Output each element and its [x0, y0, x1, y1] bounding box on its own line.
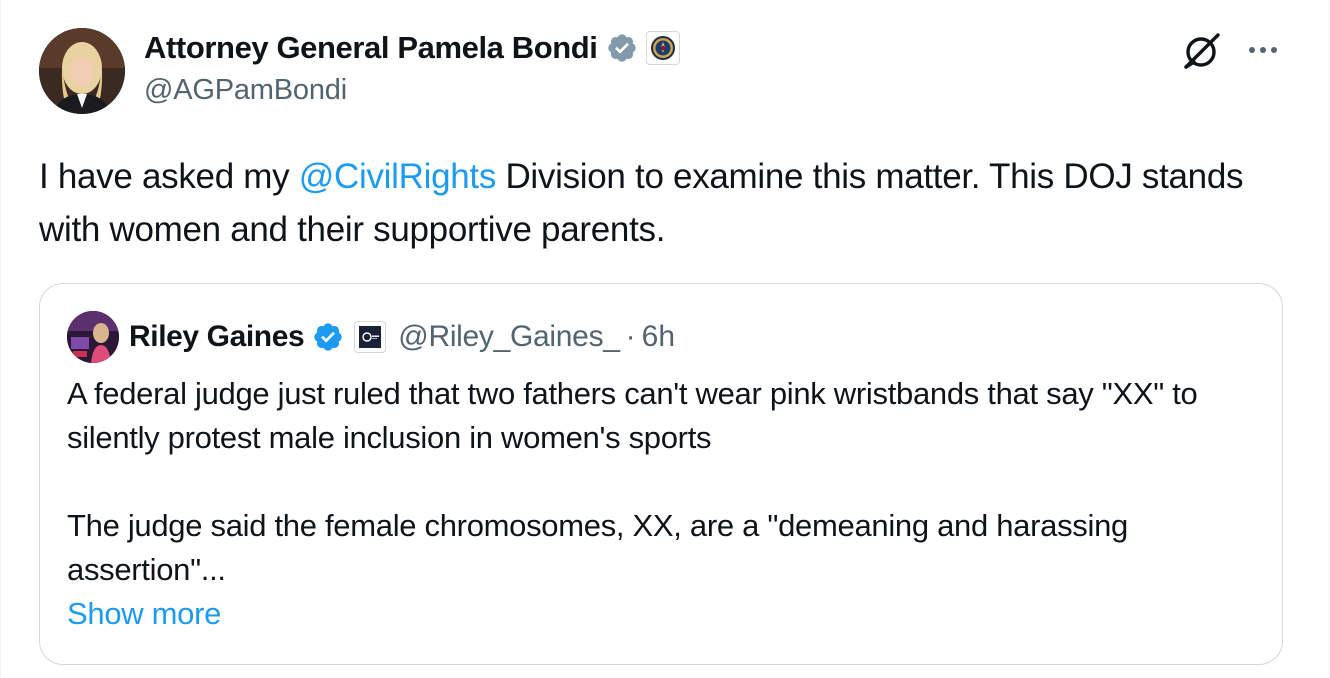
separator-dot: ·	[625, 320, 636, 353]
quoted-author-avatar[interactable]	[67, 311, 119, 363]
tweet-text: I have asked my @CivilRights Division to…	[39, 150, 1289, 256]
verified-gray-badge-icon[interactable]	[606, 32, 638, 64]
show-more-link[interactable]: Show more	[67, 592, 1257, 636]
quoted-tweet-body: A federal judge just ruled that two fath…	[67, 372, 1257, 636]
author-avatar[interactable]	[39, 28, 125, 114]
author-display-name[interactable]: Attorney General Pamela Bondi	[144, 30, 598, 66]
tweet-card: Attorney General Pamela Bondi @AGPamBond…	[0, 0, 1330, 678]
author-block: Attorney General Pamela Bondi @AGPamBond…	[144, 28, 680, 107]
quoted-author-display-name[interactable]: Riley Gaines	[129, 320, 305, 354]
quoted-tweet-header: Riley Gaines @Riley_Gaines_ · 6h	[67, 311, 675, 363]
doj-seal-icon[interactable]	[645, 31, 680, 65]
affiliate-logo-icon[interactable]	[354, 321, 387, 353]
mention-link[interactable]: @CivilRights	[299, 157, 497, 196]
tweet-text-before: I have asked my	[39, 157, 299, 196]
grok-icon[interactable]	[1181, 30, 1223, 72]
author-name-row: Attorney General Pamela Bondi	[144, 28, 680, 68]
quoted-paragraph-1: A federal judge just ruled that two fath…	[67, 376, 1198, 455]
author-handle[interactable]: @AGPamBondi	[144, 74, 680, 107]
quoted-paragraph-2: The judge said the female chromosomes, X…	[67, 508, 1128, 587]
quoted-tweet-time[interactable]: 6h	[642, 320, 675, 354]
verified-blue-badge-icon[interactable]	[312, 321, 344, 353]
quoted-author-avatar-image	[67, 311, 119, 363]
quoted-author-handle[interactable]: @Riley_Gaines_	[398, 320, 620, 354]
quoted-tweet[interactable]: Riley Gaines @Riley_Gaines_ · 6h A feder…	[39, 283, 1283, 665]
author-avatar-image	[39, 28, 125, 114]
more-horizontal-icon[interactable]	[1243, 30, 1283, 70]
